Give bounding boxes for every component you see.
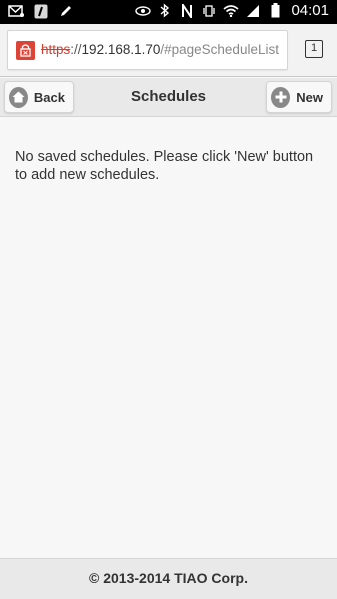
plus-icon bbox=[271, 86, 291, 108]
page-header: Back Schedules New bbox=[0, 78, 337, 117]
url-separator: :// bbox=[70, 42, 82, 57]
status-bar: 04:01 bbox=[0, 0, 337, 24]
lock-icon[interactable] bbox=[16, 41, 35, 60]
pencil-icon bbox=[58, 3, 74, 19]
tiao-app-icon bbox=[33, 3, 49, 19]
empty-message: No saved schedules. Please click 'New' b… bbox=[15, 149, 314, 183]
notification-icons bbox=[8, 3, 74, 19]
bluetooth-icon bbox=[157, 3, 173, 19]
back-button-label: Back bbox=[33, 89, 65, 105]
browser-address-bar: https://192.168.1.70/#pageScheduleList 1 bbox=[0, 24, 337, 77]
url-path: /#pageScheduleList bbox=[160, 42, 279, 57]
url-host: 192.168.1.70 bbox=[81, 42, 161, 57]
page-title: Schedules bbox=[130, 88, 207, 105]
vibrate-icon bbox=[201, 3, 217, 19]
page-footer: © 2013-2014 TIAO Corp. bbox=[0, 558, 337, 599]
url-scheme: https bbox=[41, 42, 71, 57]
schedule-list-content: No saved schedules. Please click 'New' b… bbox=[0, 118, 337, 558]
battery-icon bbox=[267, 3, 283, 19]
url-field[interactable]: https://192.168.1.70/#pageScheduleList bbox=[7, 30, 288, 70]
nfc-icon bbox=[179, 3, 195, 19]
clock: 04:01 bbox=[291, 2, 329, 19]
home-icon bbox=[9, 86, 28, 108]
new-button-label: New bbox=[296, 89, 323, 105]
copyright-text: © 2013-2014 TIAO Corp. bbox=[89, 570, 248, 586]
new-button[interactable]: New bbox=[266, 81, 332, 113]
eye-icon bbox=[135, 3, 152, 19]
wifi-icon bbox=[223, 3, 239, 19]
url-text: https://192.168.1.70/#pageScheduleList bbox=[41, 42, 279, 57]
system-icons: 04:01 bbox=[135, 2, 329, 19]
tab-switcher-button[interactable]: 1 bbox=[305, 40, 323, 58]
mail-icon bbox=[8, 3, 24, 19]
signal-icon bbox=[245, 3, 261, 19]
back-button[interactable]: Back bbox=[4, 81, 74, 113]
